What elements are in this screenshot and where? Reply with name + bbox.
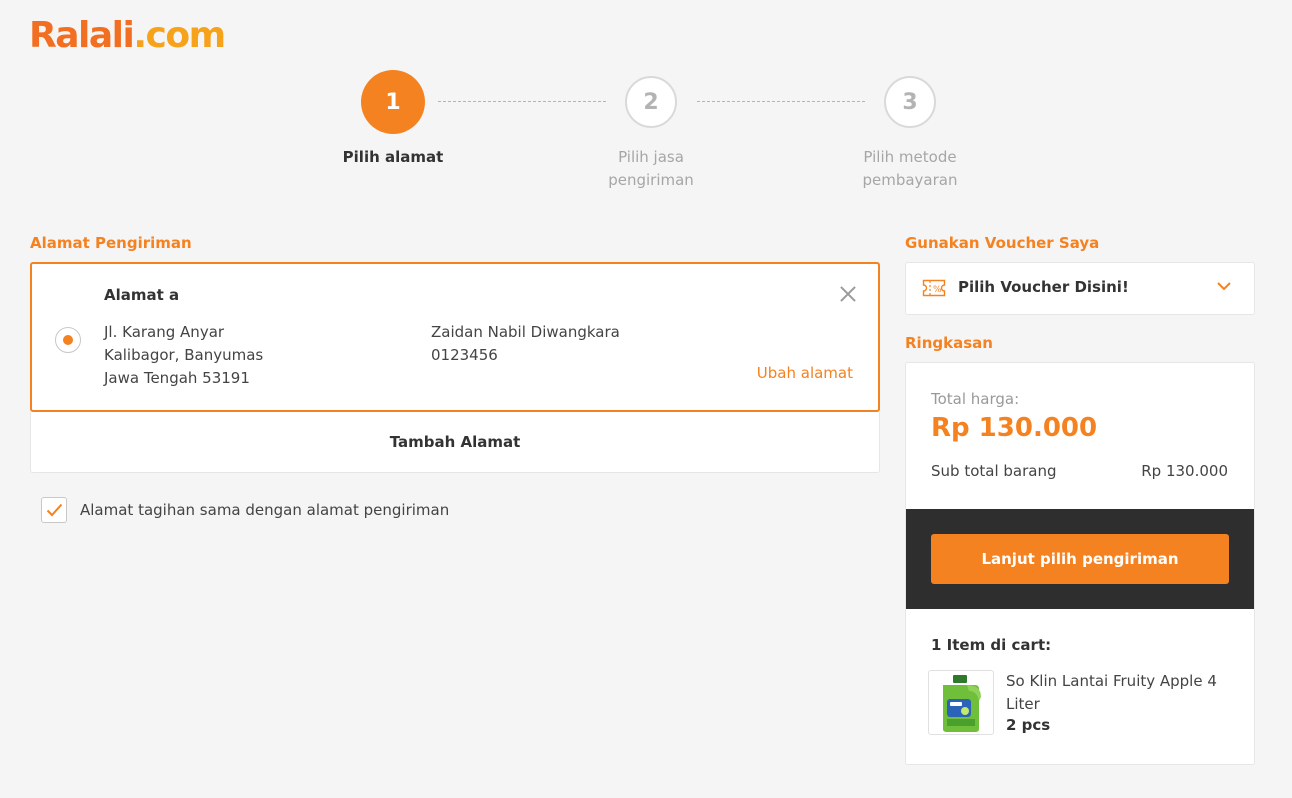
address-radio[interactable] <box>55 327 81 353</box>
brand-logo[interactable]: Ralali.com <box>29 14 226 58</box>
product-image[interactable] <box>928 670 994 735</box>
step-1-circle: 1 <box>361 70 425 134</box>
billing-same-row[interactable]: Alamat tagihan sama dengan alamat pengir… <box>41 497 449 523</box>
voucher-placeholder: Pilih Voucher Disini! <box>958 278 1129 296</box>
order-summary: Total harga: Rp 130.000 Sub total barang… <box>905 362 1255 765</box>
total-label: Total harga: <box>931 390 1020 408</box>
step-2-label-line2: pengiriman <box>608 171 694 189</box>
step-3-label: Pilih metode pembayaran <box>830 146 990 192</box>
subtotal-value: Rp 130.000 <box>1141 462 1228 480</box>
continue-bar: Lanjut pilih pengiriman <box>906 509 1254 609</box>
summary-section-title: Ringkasan <box>905 334 993 352</box>
cart-count-label: 1 Item di cart: <box>931 636 1052 654</box>
checkout-stepper: 1 2 3 Pilih alamat Pilih jasa pengiriman… <box>0 70 1292 200</box>
step-1-label: Pilih alamat <box>342 148 444 166</box>
voucher-section-title: Gunakan Voucher Saya <box>905 234 1100 252</box>
voucher-select[interactable]: % Pilih Voucher Disini! <box>905 262 1255 315</box>
close-icon[interactable] <box>838 284 858 304</box>
chevron-down-icon <box>1217 282 1231 291</box>
address-line3: Jawa Tengah 53191 <box>104 369 250 387</box>
shipping-section-title: Alamat Pengiriman <box>30 234 192 252</box>
step-2-label: Pilih jasa pengiriman <box>571 146 731 192</box>
checkmark-icon <box>46 503 63 517</box>
address-line2: Kalibagor, Banyumas <box>104 346 264 364</box>
step-3-label-line2: pembayaran <box>862 171 958 189</box>
continue-shipping-button[interactable]: Lanjut pilih pengiriman <box>931 534 1229 584</box>
billing-same-label: Alamat tagihan sama dengan alamat pengir… <box>80 501 450 519</box>
edit-address-link[interactable]: Ubah alamat <box>757 364 853 382</box>
detergent-bottle-icon <box>943 675 981 732</box>
address-line1: Jl. Karang Anyar <box>104 323 225 341</box>
product-qty: 2 pcs <box>1006 716 1051 734</box>
brand-name: Ralali <box>29 15 135 56</box>
total-value: Rp 130.000 <box>931 413 1098 443</box>
recipient-info: Zaidan Nabil Diwangkara 0123456 <box>431 321 620 367</box>
recipient-name: Zaidan Nabil Diwangkara <box>431 323 620 341</box>
address-name: Alamat a <box>104 286 180 304</box>
product-name[interactable]: So Klin Lantai Fruity Apple 4 Liter <box>1006 670 1236 716</box>
address-lines: Jl. Karang Anyar Kalibagor, Banyumas Jaw… <box>104 321 263 390</box>
step-3-label-line1: Pilih metode <box>863 148 957 166</box>
brand-domain: .com <box>133 15 226 56</box>
add-address-button[interactable]: Tambah Alamat <box>30 412 880 473</box>
step-2-label-line1: Pilih jasa <box>618 148 684 166</box>
recipient-phone: 0123456 <box>431 346 498 364</box>
subtotal-label: Sub total barang <box>931 462 1057 480</box>
address-card[interactable]: Alamat a Jl. Karang Anyar Kalibagor, Ban… <box>30 262 880 412</box>
billing-same-checkbox[interactable] <box>41 497 67 523</box>
voucher-icon: % <box>922 279 946 297</box>
step-connector <box>697 101 865 102</box>
step-2-circle: 2 <box>625 76 677 128</box>
step-3-circle: 3 <box>884 76 936 128</box>
svg-text:%: % <box>933 285 942 295</box>
step-connector <box>438 101 606 102</box>
